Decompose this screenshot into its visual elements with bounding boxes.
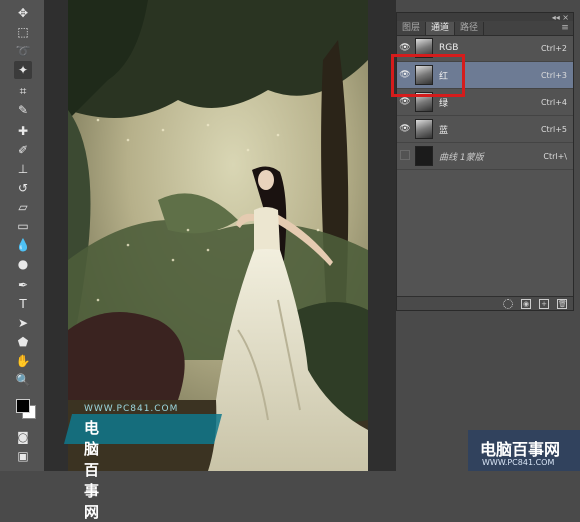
- channel-shortcut: Ctrl+\: [543, 151, 567, 161]
- history-brush-icon[interactable]: ↺: [14, 179, 32, 197]
- blur-tool-icon[interactable]: 💧: [14, 236, 32, 254]
- panel-footer: ◉ + 🗑: [397, 296, 573, 310]
- quick-mask-icon[interactable]: ◙: [14, 428, 32, 446]
- magic-wand-tool-icon[interactable]: ✦: [14, 61, 32, 79]
- document-canvas-photo[interactable]: [68, 0, 368, 471]
- channel-name: 曲线 1蒙版: [439, 152, 484, 163]
- delete-channel-icon[interactable]: 🗑: [557, 298, 567, 309]
- channel-thumbnail: [415, 146, 433, 166]
- foreground-color-swatch[interactable]: [16, 399, 30, 413]
- eyedropper-tool-icon[interactable]: ✎: [14, 101, 32, 119]
- zoom-tool-icon[interactable]: 🔍: [14, 371, 32, 389]
- channel-shortcut: Ctrl+3: [540, 70, 567, 80]
- channel-thumbnail: [415, 119, 433, 139]
- tab-layers[interactable]: 图层: [397, 22, 427, 35]
- panel-tabs: 图层 通道 路径 ≡: [397, 21, 573, 36]
- watermark-url: WWW.PC841.COM: [84, 404, 179, 414]
- type-tool-icon[interactable]: T: [14, 295, 32, 313]
- eye-icon[interactable]: 👁: [397, 43, 413, 53]
- channel-shortcut: Ctrl+4: [540, 97, 567, 107]
- dodge-tool-icon[interactable]: ●: [14, 255, 32, 273]
- tab-paths[interactable]: 路径: [455, 22, 485, 35]
- collapse-icon[interactable]: ◂◂ ×: [552, 13, 569, 22]
- hand-tool-icon[interactable]: ✋: [14, 352, 32, 370]
- brush-tool-icon[interactable]: ✐: [14, 141, 32, 159]
- new-channel-icon[interactable]: +: [539, 298, 549, 309]
- red-highlight-box: [391, 54, 465, 97]
- load-selection-icon[interactable]: [503, 298, 513, 309]
- path-selection-icon[interactable]: ➤: [14, 314, 32, 332]
- tools-panel: ✥ ⬚ ➰ ✦ ⌗ ✎ ✚ ✐ ⊥ ↺ ▱ ▭ 💧 ● ✒ T ➤ ⬟ ✋ 🔍 …: [0, 0, 45, 471]
- clone-stamp-icon[interactable]: ⊥: [14, 160, 32, 178]
- channel-name: 绿: [439, 98, 449, 109]
- watermark-title: 电脑百事网: [84, 419, 100, 521]
- save-selection-icon[interactable]: ◉: [521, 298, 531, 309]
- document-workspace: [44, 0, 396, 471]
- channel-shortcut: Ctrl+5: [540, 124, 567, 134]
- watermark-right-url: WWW.PC841.COM: [482, 458, 555, 467]
- eye-icon[interactable]: 👁: [397, 97, 413, 107]
- move-tool-icon[interactable]: ✥: [14, 4, 32, 22]
- shape-tool-icon[interactable]: ⬟: [14, 333, 32, 351]
- healing-brush-icon[interactable]: ✚: [14, 122, 32, 140]
- screen-mode-icon[interactable]: ▣: [14, 447, 32, 465]
- pen-tool-icon[interactable]: ✒: [14, 276, 32, 294]
- eraser-tool-icon[interactable]: ▱: [14, 198, 32, 216]
- gradient-tool-icon[interactable]: ▭: [14, 217, 32, 235]
- crop-tool-icon[interactable]: ⌗: [14, 82, 32, 100]
- channel-name: 蓝: [439, 125, 449, 136]
- channel-row-curves-mask[interactable]: 曲线 1蒙版 Ctrl+\: [397, 143, 573, 170]
- marquee-tool-icon[interactable]: ⬚: [14, 23, 32, 41]
- channel-row-blue[interactable]: 👁 蓝 Ctrl+5: [397, 116, 573, 143]
- panel-menu-icon[interactable]: ≡: [557, 22, 573, 35]
- watermark-right: 电脑百事网 WWW.PC841.COM: [468, 430, 580, 471]
- eye-icon[interactable]: 👁: [397, 124, 413, 134]
- channel-shortcut: Ctrl+2: [540, 43, 567, 53]
- panel-collapse-bar[interactable]: ◂◂ ×: [397, 13, 573, 22]
- watermark-right-title: 电脑百事网: [480, 440, 561, 459]
- wedding-photo-image: [68, 0, 368, 471]
- tab-channels[interactable]: 通道: [426, 22, 456, 35]
- eye-hidden-icon[interactable]: [397, 150, 413, 163]
- lasso-tool-icon[interactable]: ➰: [14, 42, 32, 60]
- channel-name: RGB: [439, 43, 459, 53]
